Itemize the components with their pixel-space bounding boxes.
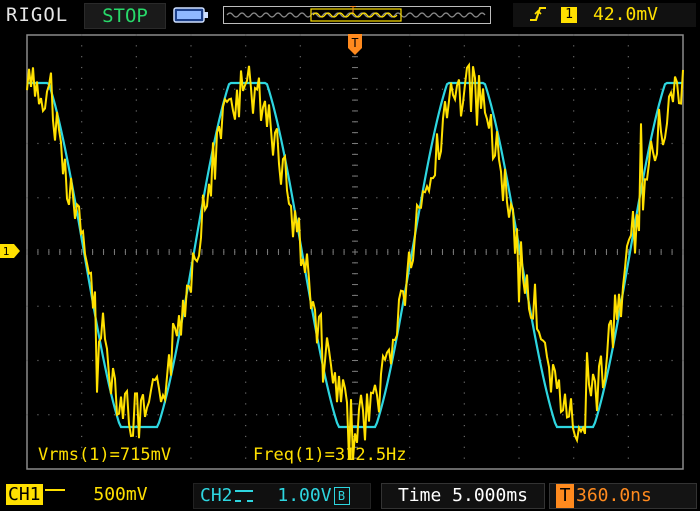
bottom-status-bar: CH1 500mV CH2 1.00V B Time 5.000ms T 360.0… — [0, 480, 700, 511]
battery-icon — [173, 7, 208, 23]
ch1-label: CH1 — [6, 484, 43, 505]
memory-position-bar[interactable]: T — [223, 4, 491, 26]
trigger-offset-value: 360.0ns — [576, 485, 652, 506]
ch1-scale: 500mV — [93, 484, 148, 505]
trigger-level: 42.0mV — [593, 4, 659, 25]
brand-logo: RIGOL — [6, 4, 69, 26]
trigger-offset-setting[interactable]: T 360.0ns — [549, 483, 697, 509]
freq-measurement: Freq(1)=312.5Hz — [253, 445, 407, 465]
ch2-scale: 1.00V — [277, 485, 332, 506]
ch2-settings[interactable]: CH2 1.00V B — [193, 483, 371, 509]
timebase-setting[interactable]: Time 5.000ms — [381, 483, 545, 509]
top-status-bar: RIGOL STOP T 1 42.0mV — [0, 0, 700, 30]
bandwidth-limit-badge: B — [333, 487, 350, 505]
memory-trigger-marker: T — [350, 5, 356, 16]
vrms-measurement: Vrms(1)=715mV — [38, 445, 172, 465]
dc-coupling-icon — [44, 489, 65, 501]
svg-text:1: 1 — [3, 245, 10, 258]
ch1-settings[interactable]: CH1 500mV — [6, 483, 148, 507]
dc-coupling-icon — [234, 490, 253, 502]
trigger-info[interactable]: 1 42.0mV — [513, 3, 696, 27]
rising-edge-icon — [529, 3, 547, 32]
waveform-display[interactable]: T 1 — [0, 30, 700, 478]
svg-text:T: T — [351, 36, 358, 50]
trigger-offset-icon: T — [556, 484, 574, 508]
trigger-source-badge: 1 — [561, 7, 577, 23]
ch2-label: CH2 — [200, 485, 233, 506]
run-stop-status[interactable]: STOP — [84, 3, 166, 29]
